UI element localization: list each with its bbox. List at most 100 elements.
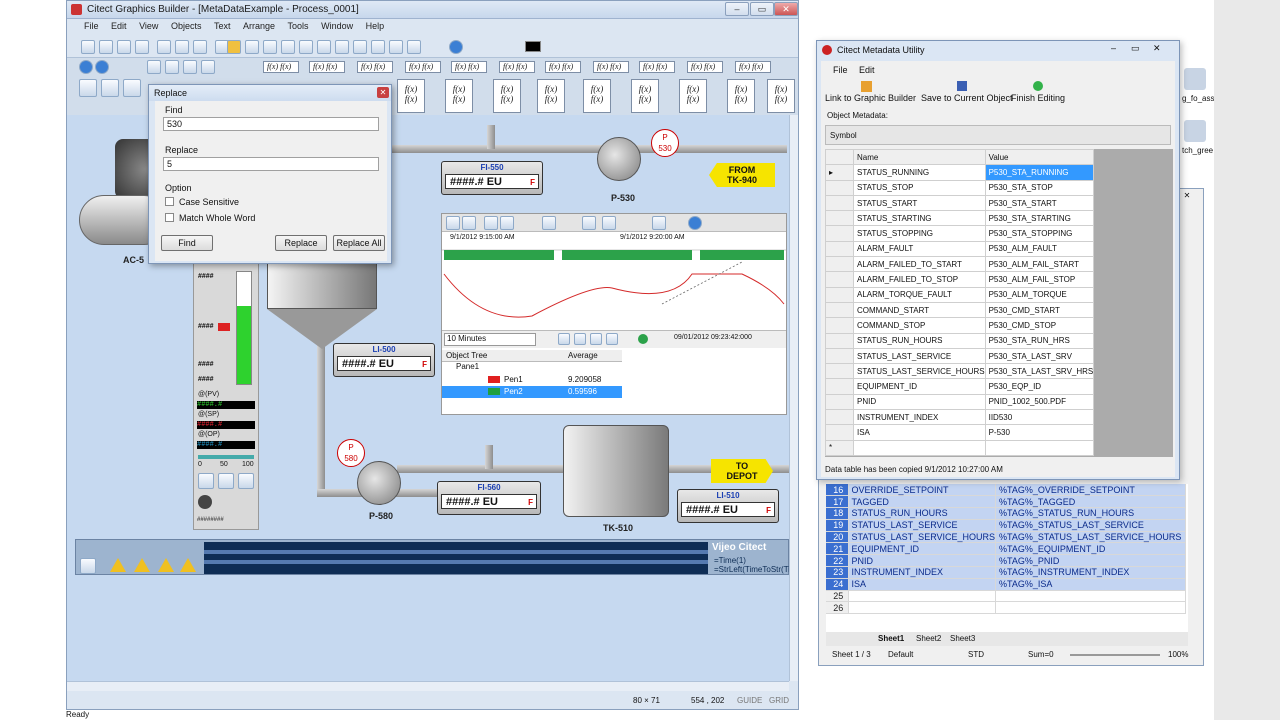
tag-li510[interactable]: LI-510 ####.# EU F [677,489,779,523]
metadata-menu-file[interactable]: File [833,65,848,75]
tool-frame-icon[interactable] [123,79,141,97]
group-icon[interactable] [299,40,313,54]
close-button[interactable]: ✕ [774,2,798,16]
metadata-value-cell[interactable]: P-530 [984,424,1095,441]
tool-icon[interactable] [80,558,96,574]
chart-icon[interactable] [652,216,666,230]
align-icon[interactable] [263,40,277,54]
metadata-value-cell[interactable]: P530_CMD_START [984,301,1095,319]
metadata-value-cell[interactable]: IID530 [984,409,1095,426]
trend-datetime[interactable]: 09/01/2012 09:23:42:000 [674,334,752,341]
nav-last-icon[interactable] [606,333,618,345]
pump-p530[interactable] [597,137,641,181]
metadata-row[interactable]: STATUS_START P530_STA_START [825,194,1095,212]
metadata-name-cell[interactable]: STATUS_RUN_HOURS [853,332,986,349]
metadata-row[interactable]: STATUS_RUN_HOURS P530_STA_RUN_HRS [825,332,1095,349]
metadata-value-cell[interactable]: P530_STA_START [984,194,1095,212]
find-button[interactable]: Find [161,235,213,251]
tool-pointer-icon[interactable] [101,79,119,97]
replace-all-button[interactable]: Replace All [333,235,385,251]
spreadsheet-row[interactable]: 17 TAGGED %TAG%_TAGGED [826,495,1186,509]
save-current-object-button[interactable]: Save to Current Object [921,93,1013,103]
spreadsheet-row[interactable]: 23 INSTRUMENT_INDEX %TAG%_INSTRUMENT_INDEX [826,566,1186,579]
arrow-right-icon[interactable] [183,60,197,74]
metadata-name-cell[interactable]: STATUS_LAST_SERVICE_HOURS [853,363,986,380]
fx-genie-large-icon[interactable]: f(x) f(x) [583,79,611,113]
save-icon[interactable] [957,81,967,91]
spreadsheet-row[interactable]: 19 STATUS_LAST_SERVICE %TAG%_STATUS_LAST_S… [826,519,1186,532]
metadata-row[interactable]: STATUS_LAST_SERVICE P530_STA_LAST_SRV [825,347,1095,365]
spreadsheet-name-cell[interactable] [848,601,997,615]
replace-input[interactable]: 5 [163,157,379,171]
row-selector[interactable] [825,271,854,288]
row-number-cell[interactable]: 21 [826,542,849,556]
tree-pen2[interactable]: Pen2 0.59596 [442,386,622,398]
metadata-name-cell[interactable]: ISA [853,424,986,441]
spreadsheet-row[interactable]: 21 EQUIPMENT_ID %TAG%_EQUIPMENT_ID [826,542,1186,556]
link-icon[interactable] [861,81,872,92]
save-icon[interactable] [117,40,131,54]
flip-icon[interactable] [389,40,403,54]
fx-genie-large-icon[interactable]: f(x) f(x) [397,79,425,113]
metadata-value-cell[interactable]: P530_ALM_FAIL_STOP [984,271,1095,288]
metadata-name-cell[interactable]: ALARM_FAILED_TO_START [853,256,986,273]
metadata-row[interactable]: COMMAND_START P530_CMD_START [825,301,1095,319]
zoom-icon[interactable] [602,216,616,230]
metadata-name-cell[interactable]: STATUS_LAST_SERVICE [853,347,986,365]
row-number-cell[interactable]: 19 [826,519,849,532]
row-selector[interactable] [825,363,854,380]
fx-genie-icon[interactable]: f(x) f(x) [545,61,581,73]
fx-genie-icon[interactable]: f(x) f(x) [263,61,299,73]
hand-icon[interactable] [238,473,254,489]
color-swatch[interactable] [525,41,541,52]
metadata-name-cell[interactable]: STATUS_STOPPING [853,225,986,242]
back-icon[interactable] [353,40,367,54]
row-selector[interactable] [825,301,854,319]
spreadsheet-name-cell[interactable]: STATUS_RUN_HOURS [848,507,997,520]
metadata-value-cell[interactable]: P530_ALM_FAULT [984,240,1095,258]
ungroup-icon[interactable] [317,40,331,54]
nav-first-icon[interactable] [558,333,570,345]
copy-icon[interactable] [500,216,514,230]
find-input[interactable]: 530 [163,117,379,131]
spreadsheet-name-cell[interactable]: STATUS_LAST_SERVICE_HOURS [848,531,997,544]
fx-genie-icon[interactable]: f(x) f(x) [405,61,441,73]
spreadsheet-name-cell[interactable]: INSTRUMENT_INDEX [848,566,997,579]
cursor-icon[interactable] [582,216,596,230]
spreadsheet-row[interactable]: 16 OVERRIDE_SETPOINT %TAG%_OVERRIDE_SETPOI… [826,484,1186,497]
pen-icon[interactable] [542,216,556,230]
metadata-value-cell[interactable]: P530_ALM_FAIL_START [984,256,1095,273]
metadata-name-cell[interactable]: EQUIPMENT_ID [853,378,986,395]
spreadsheet-row[interactable]: 20 STATUS_LAST_SERVICE_HOURS %TAG%_STATUS_… [826,531,1186,544]
fx-genie-large-icon[interactable]: f(x) f(x) [767,79,795,113]
row-number-cell[interactable]: 16 [826,484,849,497]
fx-genie-large-icon[interactable]: f(x) f(x) [493,79,521,113]
metadata-name-cell[interactable]: STATUS_STARTING [853,210,986,227]
warning-icon[interactable] [110,558,126,572]
row-selector[interactable] [825,179,854,196]
fx-genie-icon[interactable]: f(x) f(x) [451,61,487,73]
sheet-tab-3[interactable]: Sheet3 [950,634,975,643]
row-selector[interactable] [825,332,854,349]
metadata-menu-edit[interactable]: Edit [859,65,875,75]
metadata-value-cell[interactable]: P530_CMD_STOP [984,317,1095,334]
tag-fi550[interactable]: FI-550 ####.# EU F [441,161,543,195]
paste-icon[interactable] [193,40,207,54]
status-guide[interactable]: GUIDE [737,696,762,705]
row-number-cell[interactable]: 18 [826,507,849,520]
menu-help[interactable]: Help [361,19,390,31]
metadata-value-cell[interactable]: PNID_1002_500.PDF [984,393,1095,411]
menu-arrange[interactable]: Arrange [238,19,280,31]
spreadsheet-name-cell[interactable] [848,590,997,603]
metadata-row[interactable]: ALARM_FAILED_TO_STOP P530_ALM_FAIL_STOP [825,271,1095,288]
menu-text[interactable]: Text [209,19,236,31]
replace-close-button[interactable]: ✕ [377,87,389,98]
fx-genie-large-icon[interactable]: f(x) f(x) [445,79,473,113]
spreadsheet-row[interactable]: 22 PNID %TAG%_PNID [826,554,1186,568]
metadata-value-cell[interactable] [984,439,1095,456]
print-icon[interactable] [135,40,149,54]
spreadsheet-name-cell[interactable]: PNID [848,554,997,568]
arrow-up-icon[interactable] [165,60,179,74]
metadata-name-cell[interactable]: PNID [853,393,986,411]
spreadsheet-row[interactable]: 26 [826,601,1186,615]
